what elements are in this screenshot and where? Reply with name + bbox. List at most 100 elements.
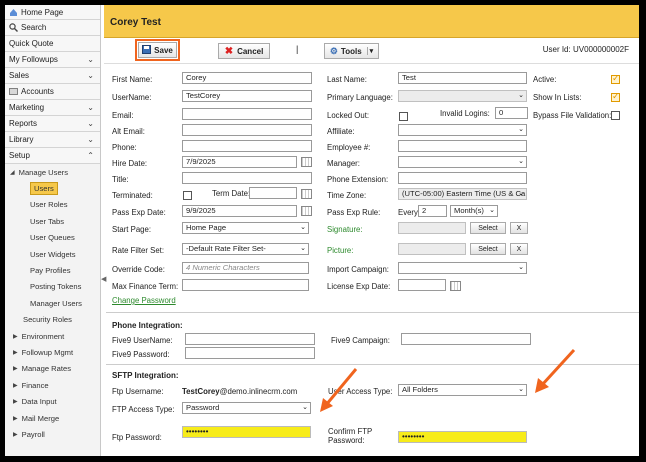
gear-icon: ⚙ bbox=[329, 45, 338, 56]
active-checkbox[interactable] bbox=[611, 73, 620, 84]
chevron-down-icon: ▾ bbox=[366, 47, 373, 55]
sidebar-sub-posting-tokens[interactable]: Posting Tokens bbox=[5, 279, 100, 295]
sidebar-tree-environment[interactable]: ▶ Environment bbox=[5, 328, 100, 344]
first-name-field[interactable]: Corey bbox=[182, 72, 312, 84]
phone-integration-heading: Phone Integration: bbox=[112, 321, 183, 330]
sidebar-tree-payroll[interactable]: ▶ Payroll bbox=[5, 426, 100, 442]
email-label: Email: bbox=[112, 111, 134, 120]
pass-exp-date-field[interactable]: 9/9/2025 bbox=[182, 205, 297, 217]
chevron-down-icon: ⌄ bbox=[302, 404, 308, 411]
sidebar-sub-user-tabs[interactable]: User Tabs bbox=[5, 213, 100, 229]
cancel-button[interactable]: ✖ Cancel bbox=[218, 43, 270, 59]
manager-select[interactable]: ⌄ bbox=[398, 156, 527, 168]
search-icon bbox=[9, 23, 18, 32]
hire-date-label: Hire Date: bbox=[112, 159, 148, 168]
sidebar-item-quick-quote[interactable]: Quick Quote bbox=[5, 36, 100, 52]
sidebar-tree-mail-merge[interactable]: ▶ Mail Merge bbox=[5, 410, 100, 426]
section-divider bbox=[106, 312, 639, 313]
five9-username-label: Five9 UserName: bbox=[112, 336, 173, 345]
ftp-access-type-select[interactable]: Password ⌄ bbox=[182, 402, 311, 414]
five9-campaign-field[interactable] bbox=[401, 333, 531, 345]
sidebar-sub-users[interactable]: Users bbox=[5, 180, 100, 196]
max-finance-term-field[interactable] bbox=[182, 279, 309, 291]
pass-exp-count-field[interactable]: 2 bbox=[418, 205, 447, 217]
save-button[interactable]: Save bbox=[138, 42, 177, 58]
sidebar-item-marketing[interactable]: Marketing ⌄ bbox=[5, 100, 100, 116]
sidebar-sub-pay-profiles[interactable]: Pay Profiles bbox=[5, 262, 100, 278]
chevron-down-icon: ⌄ bbox=[87, 71, 94, 80]
home-icon bbox=[9, 8, 18, 17]
sidebar: Home Page Search Quick Quote My Followup… bbox=[5, 5, 101, 456]
sidebar-item-sales[interactable]: Sales ⌄ bbox=[5, 68, 100, 84]
employee-no-field[interactable] bbox=[398, 140, 527, 152]
terminated-label: Terminated: bbox=[112, 191, 153, 200]
sidebar-tree-finance[interactable]: ▶ Finance bbox=[5, 377, 100, 393]
primary-language-select[interactable]: ⌄ bbox=[398, 90, 527, 102]
locked-out-checkbox[interactable] bbox=[399, 112, 408, 121]
sidebar-tree-manage-users[interactable]: ◢ Manage Users bbox=[5, 164, 100, 180]
sidebar-tree-manage-rates[interactable]: ▶ Manage Rates bbox=[5, 361, 100, 377]
start-page-select[interactable]: Home Page ⌄ bbox=[182, 222, 309, 234]
picture-clear-button[interactable]: X bbox=[510, 243, 528, 255]
toolbar-separator: | bbox=[296, 44, 299, 54]
last-name-field[interactable]: Test bbox=[398, 72, 527, 84]
confirm-ftp-password-field[interactable]: •••••••• bbox=[398, 431, 527, 443]
sidebar-item-my-followups[interactable]: My Followups ⌄ bbox=[5, 52, 100, 68]
confirm-ftp-password-label: Confirm FTP Password: bbox=[328, 427, 373, 445]
phone-extension-field[interactable] bbox=[398, 172, 527, 184]
calendar-icon[interactable] bbox=[450, 281, 461, 291]
chevron-down-icon: ⌄ bbox=[87, 103, 94, 112]
invalid-logins-field[interactable]: 0 bbox=[495, 107, 528, 119]
user-access-type-select[interactable]: All Folders ⌄ bbox=[398, 384, 527, 396]
change-password-link[interactable]: Change Password bbox=[112, 296, 176, 305]
signature-select-button[interactable]: Select bbox=[470, 222, 506, 234]
chevron-down-icon: ⌄ bbox=[518, 190, 524, 197]
email-field[interactable] bbox=[182, 108, 312, 120]
tools-button[interactable]: ⚙ Tools ▾ bbox=[324, 43, 379, 59]
term-date-field[interactable] bbox=[249, 187, 297, 199]
sidebar-item-setup[interactable]: Setup ⌃ bbox=[5, 148, 100, 164]
sidebar-tree-data-input[interactable]: ▶ Data Input bbox=[5, 393, 100, 409]
five9-username-field[interactable] bbox=[185, 333, 315, 345]
sidebar-item-accounts[interactable]: Accounts bbox=[5, 84, 100, 100]
chevron-down-icon: ⌄ bbox=[518, 126, 524, 133]
rate-filter-set-label: Rate Filter Set: bbox=[112, 246, 164, 255]
title-field[interactable] bbox=[182, 172, 312, 184]
sidebar-sub-manager-users[interactable]: Manager Users bbox=[5, 295, 100, 311]
alt-email-field[interactable] bbox=[182, 124, 312, 136]
calendar-icon[interactable] bbox=[301, 206, 312, 216]
ftp-password-field[interactable]: •••••••• bbox=[182, 426, 311, 438]
sidebar-item-reports[interactable]: Reports ⌄ bbox=[5, 116, 100, 132]
license-exp-date-field[interactable] bbox=[398, 279, 446, 291]
rate-filter-set-select[interactable]: -Default Rate Filter Set- ⌄ bbox=[182, 243, 309, 255]
sidebar-item-search[interactable]: Search bbox=[5, 20, 100, 36]
sidebar-sub-user-roles[interactable]: User Roles bbox=[5, 197, 100, 213]
import-campaign-select[interactable]: ⌄ bbox=[398, 262, 527, 274]
override-code-field[interactable]: 4 Numeric Characters bbox=[182, 262, 309, 274]
sidebar-tree-followup-mgmt[interactable]: ▶ Followup Mgmt bbox=[5, 344, 100, 360]
hire-date-field[interactable]: 7/9/2025 bbox=[182, 156, 297, 168]
sidebar-item-home[interactable]: Home Page bbox=[5, 5, 100, 20]
sidebar-tree-security-roles[interactable]: Security Roles bbox=[5, 312, 100, 328]
calendar-icon[interactable] bbox=[301, 157, 312, 167]
picture-field[interactable] bbox=[398, 243, 466, 255]
calendar-icon[interactable] bbox=[301, 189, 312, 199]
sidebar-sub-user-queues[interactable]: User Queues bbox=[5, 230, 100, 246]
bypass-file-validation-checkbox[interactable] bbox=[611, 111, 620, 120]
affiliate-select[interactable]: ⌄ bbox=[398, 124, 527, 136]
sidebar-sub-user-widgets[interactable]: User Widgets bbox=[5, 246, 100, 262]
five9-password-label: Five9 Password: bbox=[112, 350, 170, 359]
signature-field[interactable] bbox=[398, 222, 466, 234]
username-field[interactable]: TestCorey bbox=[182, 90, 312, 102]
picture-select-button[interactable]: Select bbox=[470, 243, 506, 255]
terminated-checkbox[interactable] bbox=[183, 191, 192, 200]
signature-clear-button[interactable]: X bbox=[510, 222, 528, 234]
time-zone-select[interactable]: (UTC-05:00) Eastern Time (US & Ca ⌄ bbox=[398, 188, 527, 200]
show-in-lists-checkbox[interactable] bbox=[611, 91, 620, 102]
five9-password-field[interactable] bbox=[185, 347, 315, 359]
collapsed-triangle-icon: ▶ bbox=[13, 382, 18, 389]
phone-field[interactable] bbox=[182, 140, 312, 152]
sidebar-item-library[interactable]: Library ⌄ bbox=[5, 132, 100, 148]
page-title-bar: Corey Test bbox=[104, 5, 639, 38]
pass-exp-unit-select[interactable]: Month(s) ⌄ bbox=[450, 205, 498, 217]
